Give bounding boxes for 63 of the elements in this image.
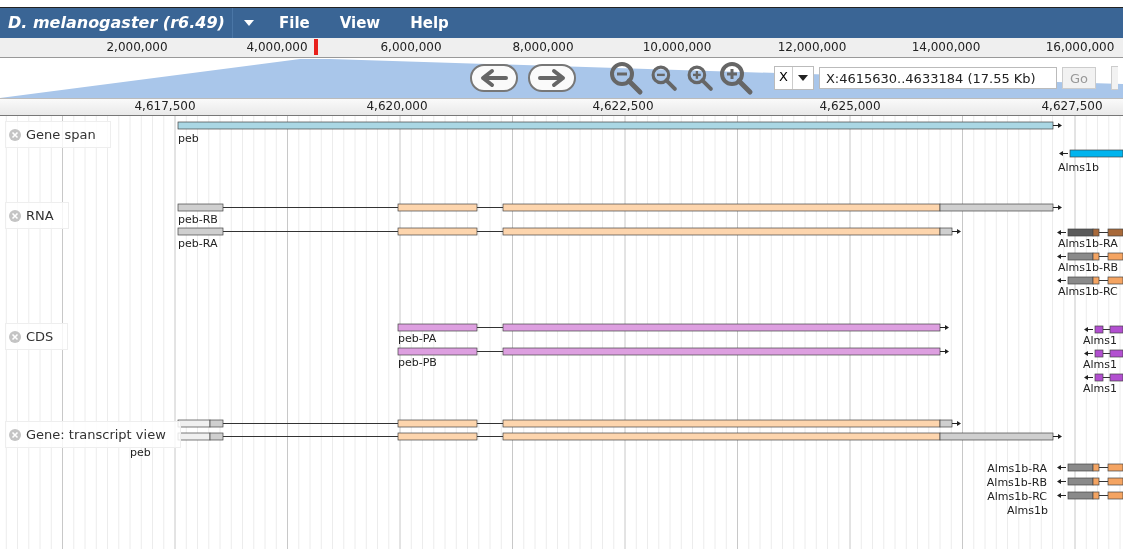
ruler-label: 6,000,000 bbox=[380, 40, 442, 54]
ruler-label: 4,617,500 bbox=[134, 99, 196, 113]
ruler-label: 4,622,500 bbox=[592, 99, 654, 113]
transcript-feature[interactable] bbox=[177, 203, 1062, 212]
feature-label: peb bbox=[130, 446, 151, 459]
zoom-in-icon[interactable] bbox=[718, 60, 754, 96]
transcript-feature[interactable] bbox=[1057, 228, 1123, 237]
feature-label: Alms1 bbox=[1083, 334, 1118, 347]
ruler-label: 14,000,000 bbox=[911, 40, 981, 54]
track-label[interactable]: Gene: transcript view bbox=[5, 421, 181, 448]
zoom-out-icon[interactable] bbox=[650, 64, 678, 92]
right-arrow-icon bbox=[536, 68, 568, 88]
track-label[interactable]: CDS bbox=[5, 323, 69, 350]
track-label[interactable]: RNA bbox=[5, 202, 69, 229]
ruler-label: 10,000,000 bbox=[642, 40, 712, 54]
feature-label: Alms1b-RB bbox=[1058, 261, 1119, 274]
feature-label: peb-PA bbox=[398, 332, 437, 345]
feature-label: Alms1 bbox=[1083, 358, 1118, 371]
track-label[interactable]: Gene span bbox=[5, 121, 111, 148]
ruler-label: 2,000,000 bbox=[106, 40, 168, 54]
feature-label: Alms1b-RA bbox=[987, 462, 1047, 475]
transcript-feature[interactable] bbox=[1057, 252, 1123, 261]
feature-label: peb-RB bbox=[178, 213, 218, 226]
ruler-label: 12,000,000 bbox=[777, 40, 847, 54]
zoom-out-icon[interactable] bbox=[608, 60, 644, 96]
location-field[interactable]: X:4615630..4633184 (17.55 Kb) bbox=[818, 67, 1057, 89]
overview-ruler[interactable]: 2,000,000 4,000,000 6,000,000 8,000,000 10,000,000 12,000,000 14,000,000 16,000,000 bbox=[0, 38, 1123, 58]
feature-label: Alms1b bbox=[1007, 504, 1048, 517]
chromosome-select[interactable]: X bbox=[774, 66, 814, 90]
transcript-feature[interactable] bbox=[1057, 477, 1123, 486]
ruler-label: 4,620,000 bbox=[366, 99, 428, 113]
transcript-feature[interactable] bbox=[1057, 463, 1123, 472]
feature-label: peb bbox=[178, 132, 199, 145]
feature-label: Alms1b-RB bbox=[986, 476, 1047, 489]
cds-feature[interactable] bbox=[1084, 349, 1123, 358]
pan-right-button[interactable] bbox=[528, 64, 576, 92]
feature-label: Alms1b-RC bbox=[1058, 285, 1118, 298]
transcript-feature[interactable] bbox=[1057, 276, 1123, 285]
transcript-feature[interactable] bbox=[1057, 491, 1123, 500]
pan-left-button[interactable] bbox=[470, 64, 518, 92]
feature-label: Alms1b bbox=[1058, 161, 1099, 174]
ruler-label: 16,000,000 bbox=[1045, 40, 1115, 54]
ruler-label: 4,000,000 bbox=[246, 40, 308, 54]
caret-icon bbox=[797, 75, 808, 81]
cds-feature[interactable] bbox=[1084, 373, 1123, 382]
feature-label: Alms1b-RC bbox=[987, 490, 1047, 503]
transcript-feature[interactable] bbox=[177, 227, 961, 236]
ruler-label: 4,627,500 bbox=[1041, 99, 1103, 113]
ruler-label: 4,625,000 bbox=[819, 99, 881, 113]
menu-item[interactable]: Help bbox=[402, 10, 457, 36]
feature-label: peb-RA bbox=[178, 237, 218, 250]
feature-label: peb-PB bbox=[398, 356, 437, 369]
zoom-in-icon[interactable] bbox=[686, 64, 714, 92]
ruler-label: 8,000,000 bbox=[512, 40, 574, 54]
menu-item[interactable]: View bbox=[331, 10, 389, 36]
transcript-feature[interactable] bbox=[177, 419, 1062, 441]
position-marker bbox=[314, 39, 318, 55]
feature-label: Alms1b-RA bbox=[1058, 237, 1118, 250]
gene-span-feature[interactable] bbox=[1059, 149, 1123, 158]
left-arrow-icon bbox=[478, 68, 510, 88]
cds-feature[interactable] bbox=[1084, 325, 1123, 334]
feature-label: Alms1 bbox=[1083, 382, 1118, 395]
menu-item[interactable]: File bbox=[271, 10, 318, 36]
